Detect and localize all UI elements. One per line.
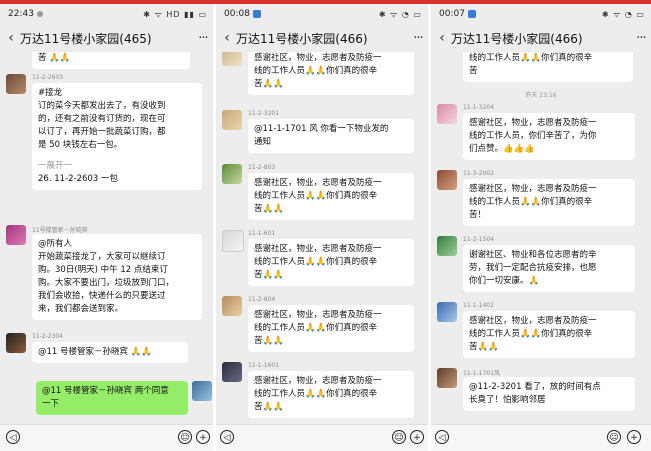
message-bubble[interactable]: @11 号楼管家－孙晓宾 🙏🙏	[32, 342, 188, 363]
avatar[interactable]	[437, 170, 457, 190]
notification-icon	[467, 10, 476, 18]
avatar-self[interactable]	[192, 381, 212, 401]
sender-name: 11-1-1601	[248, 362, 280, 369]
message-bubble[interactable]: 苦 🙏🙏	[32, 52, 190, 69]
avatar[interactable]	[222, 110, 242, 130]
chat-screenshot-3: 00:07 ✱ ᯤ ◔ ▭ ‹ 万达11号楼小家园(466) ··· 线的工作人…	[431, 4, 651, 451]
message-list[interactable]: 线的工作人员🙏🙏你们真的很辛 苦 昨天 23:16 11-1-3204 感谢社区…	[431, 52, 651, 425]
notification-icon	[252, 10, 261, 18]
plus-icon[interactable]: +	[410, 430, 424, 444]
input-bar: ◁ ☺ +	[216, 424, 428, 451]
status-icons: ✱ ᯤ ◔ ▭	[378, 10, 422, 19]
message-bubble[interactable]: 感谢社区，物业，志愿者及防疫一 线的工作人员🙏🙏你们真的很辛 苦🙏🙏	[248, 52, 414, 95]
voice-icon[interactable]: ◁	[6, 430, 20, 444]
avatar[interactable]	[437, 368, 457, 388]
back-arrow-icon[interactable]: ‹	[218, 30, 236, 46]
sender-name: 11号楼管家－孙晓宾	[32, 227, 88, 234]
input-bar: ◁ ☺ +	[431, 424, 651, 451]
sender-name: 11-1-601	[248, 230, 276, 237]
status-bar: 22:43 ✱ ᯤ HD ▮▮ ▭	[0, 4, 213, 24]
sender-name: 11-1-1701风	[463, 370, 501, 377]
voice-icon[interactable]: ◁	[435, 430, 449, 444]
sender-name: 11-2-2304	[32, 333, 64, 340]
chat-header: ‹ 万达11号楼小家园(466) ···	[431, 24, 651, 52]
message-bubble[interactable]: 感谢社区，物业，志愿者及防疫一 线的工作人员🙏🙏你们真的很辛 苦🙏🙏	[248, 173, 414, 220]
avatar[interactable]	[222, 362, 242, 382]
avatar[interactable]	[222, 164, 242, 184]
message-bubble[interactable]: 感谢社区，物业，志愿者及防疫一 线的工作人员🙏🙏你们真的很辛 苦！	[463, 179, 635, 226]
more-options-icon[interactable]: ···	[408, 31, 428, 46]
message-bubble[interactable]: 线的工作人员🙏🙏你们真的很辛 苦	[463, 52, 633, 82]
chat-header: ‹ 万达11号楼小家园(466) ···	[216, 24, 428, 52]
chat-header: ‹ 万达11号楼小家园(465) ···	[0, 24, 213, 52]
sender-name: 11-1-1402	[463, 302, 495, 309]
notification-icon	[36, 11, 43, 17]
back-arrow-icon[interactable]: ‹	[433, 30, 451, 46]
more-options-icon[interactable]: ···	[193, 31, 213, 46]
sender-name: 11-2-804	[248, 296, 276, 303]
chat-title: 万达11号楼小家园(466)	[451, 31, 583, 46]
message-bubble[interactable]: @所有人 开始蔬菜接龙了，大家可以继续订 购。30日(明天) 中午 12 点结束…	[32, 234, 202, 320]
chat-title: 万达11号楼小家园(465)	[20, 31, 152, 46]
timestamp: 昨天 23:16	[525, 92, 557, 99]
emoji-icon[interactable]: ☺	[178, 430, 192, 444]
message-bubble[interactable]: 感谢社区，物业，志愿者及防疫一 线的工作人员🙏🙏你们真的很辛 苦🙏🙏	[248, 239, 414, 286]
status-icons: ✱ ᯤ ◔ ▭	[601, 10, 645, 19]
avatar[interactable]	[222, 296, 242, 316]
message-bubble[interactable]: 感谢社区，物业，志愿者及防疫一 线的工作人员🙏🙏你们真的很辛 苦🙏🙏	[248, 371, 414, 418]
voice-icon[interactable]: ◁	[220, 430, 234, 444]
message-bubble[interactable]: 感谢社区，物业，志愿者及防疫一 线的工作人员🙏🙏你们真的很辛 苦🙏🙏	[248, 305, 414, 352]
avatar[interactable]	[222, 230, 244, 252]
sender-name: 11-3-2002	[463, 170, 495, 177]
chat-title: 万达11号楼小家园(466)	[236, 31, 368, 46]
sender-name: 11-2-2603	[32, 74, 64, 81]
avatar[interactable]	[6, 333, 26, 353]
sender-name: 11-2-803	[248, 164, 276, 171]
emoji-icon[interactable]: ☺	[392, 430, 406, 444]
avatar[interactable]	[437, 236, 457, 256]
avatar[interactable]	[222, 52, 242, 66]
message-bubble[interactable]: #接龙 订的菜今天都发出去了，有没收到 的，还有之前没有订货的，现在可 以订了，…	[32, 83, 202, 190]
input-bar: ◁ ☺ +	[0, 424, 213, 451]
avatar[interactable]	[6, 225, 26, 245]
plus-icon[interactable]: +	[627, 430, 641, 444]
message-bubble[interactable]: @11-1-1701 风 你看一下物业发的 通知	[248, 119, 414, 153]
sender-name: 11-2-1504	[463, 236, 495, 243]
plus-icon[interactable]: +	[196, 430, 210, 444]
avatar[interactable]	[6, 74, 26, 94]
status-time: 22:43	[8, 9, 34, 19]
avatar[interactable]	[437, 302, 457, 322]
message-bubble[interactable]: @11-2-3201 看了，放的时间有点 长臭了！怕影响邻居	[463, 377, 635, 411]
status-time: 00:07	[439, 9, 465, 19]
status-time: 00:08	[224, 9, 250, 19]
message-bubble-self[interactable]: @11 号楼管家－孙晓宾 两个同意 一下	[36, 381, 188, 415]
more-options-icon[interactable]: ···	[631, 31, 651, 46]
sender-name: 11-2-3201	[248, 110, 280, 117]
status-bar: 00:07 ✱ ᯤ ◔ ▭	[431, 4, 651, 24]
emoji-icon[interactable]: ☺	[607, 430, 621, 444]
message-bubble[interactable]: 谢谢社区、物业和各位志愿者的辛 劳，我们一定配合抗疫安排，也愿 你们一切安康。🙏	[463, 245, 635, 292]
chat-screenshot-1: 22:43 ✱ ᯤ HD ▮▮ ▭ ‹ 万达11号楼小家园(465) ··· 苦…	[0, 4, 213, 451]
back-arrow-icon[interactable]: ‹	[2, 30, 20, 46]
chat-screenshot-2: 00:08 ✱ ᯤ ◔ ▭ ‹ 万达11号楼小家园(466) ··· 感谢社区，…	[216, 4, 428, 451]
message-list[interactable]: 感谢社区，物业，志愿者及防疫一 线的工作人员🙏🙏你们真的很辛 苦🙏🙏 11-2-…	[216, 52, 428, 425]
message-bubble[interactable]: 感谢社区，物业，志愿者及防疫一 线的工作人员，你们辛苦了，为你 们点赞。👍👍👍	[463, 113, 635, 160]
sender-name: 11-1-3204	[463, 104, 495, 111]
message-bubble[interactable]: 感谢社区，物业，志愿者及防疫一 线的工作人员🙏🙏你们真的很辛 苦🙏🙏	[463, 311, 635, 358]
status-icons: ✱ ᯤ HD ▮▮ ▭	[143, 10, 207, 19]
avatar[interactable]	[437, 104, 457, 124]
message-list[interactable]: 苦 🙏🙏 11-2-2603 #接龙 订的菜今天都发出去了，有没收到 的，还有之…	[0, 52, 213, 425]
status-bar: 00:08 ✱ ᯤ ◔ ▭	[216, 4, 428, 24]
